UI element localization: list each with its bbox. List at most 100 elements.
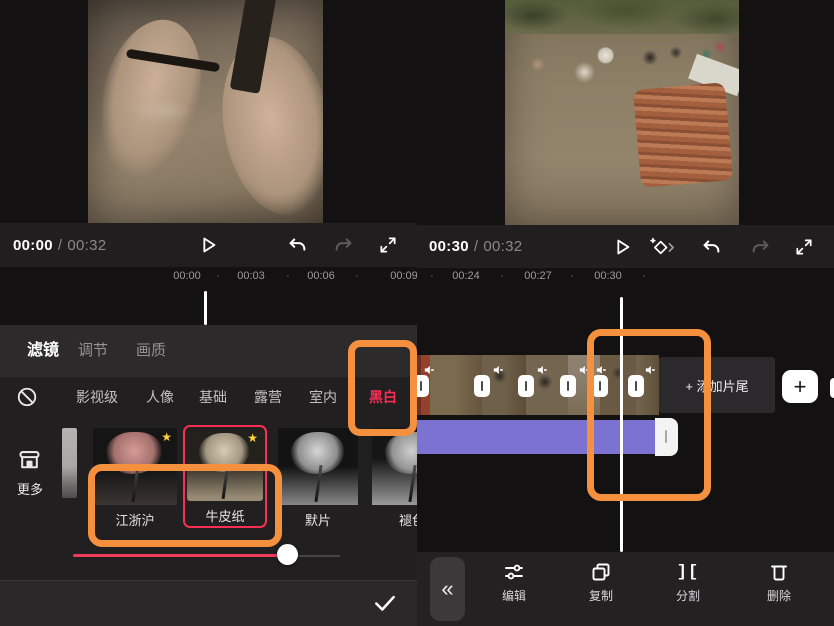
clip-toolbar: « 编辑 复制 ][ 分割 删除 [417, 552, 834, 626]
video-preview-left [88, 0, 323, 223]
ruler-tick: · [500, 270, 504, 282]
category-portrait[interactable]: 人像 [146, 387, 174, 407]
preview-brick-pile [633, 82, 733, 188]
intensity-slider-track[interactable] [73, 554, 288, 557]
edge-button-sliver [830, 378, 834, 398]
no-filter-icon[interactable] [16, 386, 38, 408]
transition-button[interactable] [518, 375, 534, 397]
transition-button[interactable] [474, 375, 490, 397]
intensity-slider-thumb[interactable] [277, 544, 298, 565]
ruler-tick: · [216, 270, 220, 282]
mute-icon [537, 362, 547, 372]
split-button[interactable]: ][ 分割 [656, 559, 720, 604]
filter-thumbnail [372, 428, 417, 505]
undo-button[interactable] [283, 231, 311, 259]
filter-tile[interactable]: 褪色 [372, 428, 417, 527]
preview-shavings [132, 98, 192, 124]
filter-panel: 滤镜 调节 画质 影视级 人像 基础 露营 室内 黑白 更多 ★ 江浙 [0, 325, 417, 626]
category-blackwhite[interactable]: 黑白 [369, 387, 397, 407]
transition-button[interactable] [628, 375, 644, 397]
mute-icon [596, 362, 606, 372]
ruler-tick: · [570, 270, 574, 282]
confirm-check-icon[interactable] [371, 590, 399, 618]
confirm-bar [0, 580, 417, 626]
mute-icon [493, 362, 503, 372]
filter-name: 默片 [278, 510, 358, 529]
redo-button[interactable] [330, 231, 358, 259]
fullscreen-button[interactable] [790, 233, 818, 261]
filter-tile[interactable]: ★ 江浙沪 [93, 428, 177, 527]
toolbar-label: 删除 [767, 587, 791, 604]
ruler-label: 00:00 [173, 270, 201, 282]
trim-handle[interactable] [655, 418, 678, 456]
ruler-label: 00:06 [307, 270, 335, 282]
keyframe-icon[interactable] [649, 233, 677, 261]
filter-name: 褪色 [372, 510, 417, 529]
delete-button[interactable]: 删除 [747, 559, 811, 604]
toolbar-label: 复制 [589, 587, 613, 604]
fullscreen-button[interactable] [374, 231, 402, 259]
time-separator: / [58, 237, 62, 254]
collapse-button[interactable]: « [430, 557, 465, 621]
transition-button[interactable] [592, 375, 608, 397]
total-time: 00:32 [483, 238, 522, 255]
ruler-tick: · [642, 270, 646, 282]
playhead[interactable] [204, 291, 207, 325]
mute-icon [579, 362, 589, 372]
preview-hand-right [209, 28, 323, 223]
category-basic[interactable]: 基础 [199, 387, 227, 407]
redo-button[interactable] [747, 233, 775, 261]
tab-quality[interactable]: 画质 [136, 325, 166, 377]
store-icon[interactable] [16, 447, 43, 474]
add-clip-button[interactable]: + [782, 370, 818, 403]
tab-adjust[interactable]: 调节 [78, 325, 108, 377]
ruler-label: 00:03 [237, 270, 265, 282]
transition-button[interactable] [417, 375, 429, 397]
ruler-label: 00:24 [452, 270, 480, 282]
filter-thumbnail: ★ [187, 429, 263, 501]
edit-sliders-icon [502, 559, 526, 585]
play-button[interactable] [608, 233, 636, 261]
category-camping[interactable]: 露营 [254, 387, 282, 407]
ruler-label: 00:30 [594, 270, 622, 282]
copy-icon [589, 559, 613, 585]
toolbar-label: 编辑 [502, 587, 526, 604]
ruler-tick: · [355, 270, 359, 282]
filter-tile-selected[interactable]: ★ 牛皮纸 [183, 425, 267, 528]
category-indoor[interactable]: 室内 [309, 387, 337, 407]
tab-filters[interactable]: 滤镜 [27, 325, 59, 377]
trash-icon [767, 559, 791, 585]
transport-bar-left: 00:00 / 00:32 [0, 223, 417, 267]
timecode-right: 00:30 / 00:32 [429, 225, 522, 268]
mute-icon [424, 362, 434, 372]
ruler-tick: · [430, 270, 434, 282]
copy-button[interactable]: 复制 [569, 559, 633, 604]
current-time: 00:30 [429, 238, 469, 255]
total-time: 00:32 [67, 237, 106, 254]
undo-button[interactable] [697, 233, 725, 261]
add-ending-button[interactable]: + 添加片尾 [659, 357, 775, 413]
play-button[interactable] [194, 231, 222, 259]
playhead[interactable] [620, 297, 623, 552]
mute-icon [645, 362, 655, 372]
filter-thumbnail [278, 428, 358, 505]
right-screen: 00:30 / 00:32 · 00:24 · 00:27 · [417, 0, 834, 626]
filter-tile-partial[interactable] [62, 428, 77, 498]
category-cinematic[interactable]: 影视级 [76, 387, 118, 407]
filter-name: 江浙沪 [93, 510, 177, 529]
filter-thumbnail: ★ [93, 428, 177, 505]
filter-tile[interactable]: 默片 [278, 428, 358, 527]
panel-tabs-row: 滤镜 调节 画质 [0, 325, 417, 377]
current-time: 00:00 [13, 237, 53, 254]
video-preview-right [505, 0, 739, 225]
edit-button[interactable]: 编辑 [482, 559, 546, 604]
toolbar-label: 分割 [676, 587, 700, 604]
left-screen: 00:00 / 00:32 00:00 · 00:03 · 00:06 · 00… [0, 0, 417, 626]
more-label[interactable]: 更多 [0, 479, 60, 498]
split-icon: ][ [677, 559, 699, 585]
transition-button[interactable] [560, 375, 576, 397]
editor-comparison: 00:00 / 00:32 00:00 · 00:03 · 00:06 · 00… [0, 0, 834, 626]
filter-name: 牛皮纸 [187, 506, 263, 525]
ruler-tick: · [286, 270, 290, 282]
timecode-left: 00:00 / 00:32 [13, 223, 106, 267]
